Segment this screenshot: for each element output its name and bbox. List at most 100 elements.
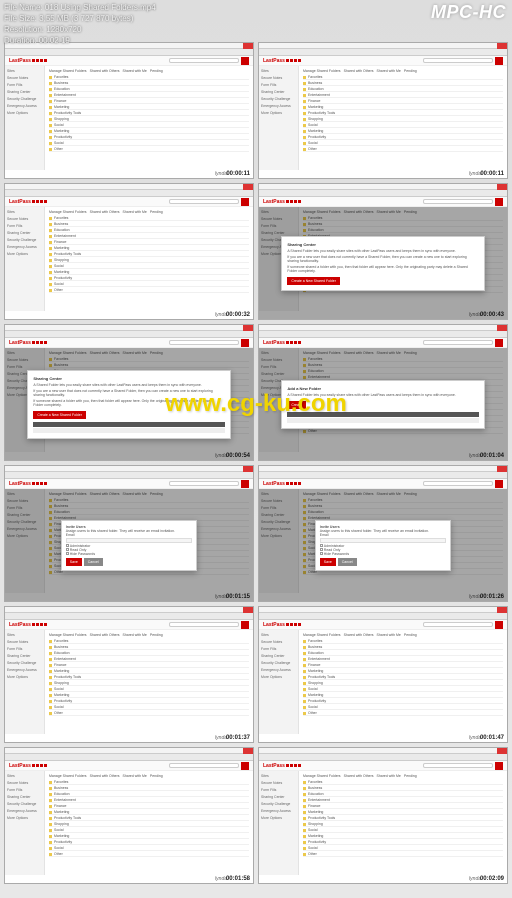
close-icon[interactable]: [243, 184, 253, 190]
tab-item[interactable]: Shared with Me: [377, 774, 401, 778]
search-input[interactable]: [169, 622, 239, 627]
folder-row[interactable]: Entertainment: [49, 657, 249, 662]
sidebar-item[interactable]: Security Challenge: [261, 661, 296, 665]
folder-row[interactable]: Social: [49, 705, 249, 710]
video-thumbnail[interactable]: LastPass SitesSecure NotesForm FillsShar…: [4, 747, 254, 884]
sidebar-item[interactable]: Form Fills: [7, 647, 42, 651]
close-icon[interactable]: [497, 748, 507, 754]
folder-row[interactable]: Productivity: [49, 840, 249, 845]
folder-row[interactable]: Finance: [303, 99, 503, 104]
sidebar-item[interactable]: Emergency Access: [7, 245, 42, 249]
search-input[interactable]: [169, 340, 239, 345]
address-bar[interactable]: [259, 331, 507, 338]
profile-button[interactable]: [495, 339, 503, 347]
sidebar-item[interactable]: Secure Notes: [7, 781, 42, 785]
folder-row[interactable]: Marketing: [303, 105, 503, 110]
folder-row[interactable]: Business: [49, 81, 249, 86]
tab-item[interactable]: Shared with Me: [377, 633, 401, 637]
folder-row[interactable]: Marketing: [303, 834, 503, 839]
sidebar-item[interactable]: Form Fills: [7, 788, 42, 792]
folder-row[interactable]: Social: [49, 828, 249, 833]
folder-row[interactable]: Productivity: [303, 840, 503, 845]
sidebar-item[interactable]: Sites: [261, 774, 296, 778]
folder-row[interactable]: Favorites: [303, 780, 503, 785]
address-bar[interactable]: [5, 331, 253, 338]
video-thumbnail[interactable]: LastPass SitesSecure NotesForm FillsShar…: [4, 465, 254, 602]
permission-option[interactable]: Hide Passwords: [66, 552, 192, 556]
sidebar-item[interactable]: Emergency Access: [7, 809, 42, 813]
sidebar-item[interactable]: Secure Notes: [7, 640, 42, 644]
folder-row[interactable]: Favorites: [49, 639, 249, 644]
tab-item[interactable]: Pending: [150, 633, 163, 637]
folder-row[interactable]: Entertainment: [303, 657, 503, 662]
profile-button[interactable]: [495, 57, 503, 65]
folder-row[interactable]: Social: [49, 687, 249, 692]
sidebar-item[interactable]: More Options: [261, 111, 296, 115]
sidebar-item[interactable]: Sharing Center: [7, 654, 42, 658]
folder-row[interactable]: Marketing: [303, 693, 503, 698]
folder-row[interactable]: Productivity: [303, 135, 503, 140]
sidebar-item[interactable]: Emergency Access: [261, 104, 296, 108]
folder-row[interactable]: Business: [49, 645, 249, 650]
folder-row[interactable]: Finance: [49, 804, 249, 809]
profile-button[interactable]: [495, 762, 503, 770]
sidebar-item[interactable]: Secure Notes: [7, 217, 42, 221]
tab-item[interactable]: Manage Shared Folders: [49, 774, 87, 778]
folder-row[interactable]: Productivity Tools: [303, 111, 503, 116]
sidebar-item[interactable]: Sites: [7, 774, 42, 778]
folder-row[interactable]: Finance: [303, 804, 503, 809]
folder-row[interactable]: Marketing: [303, 810, 503, 815]
sidebar-item[interactable]: Emergency Access: [7, 668, 42, 672]
tab-item[interactable]: Shared with Others: [344, 69, 374, 73]
search-input[interactable]: [169, 481, 239, 486]
tab-item[interactable]: Shared with Others: [344, 633, 374, 637]
address-bar[interactable]: [5, 472, 253, 479]
folder-row[interactable]: Education: [303, 792, 503, 797]
folder-row[interactable]: Social: [303, 705, 503, 710]
folder-row[interactable]: Finance: [49, 99, 249, 104]
folder-row[interactable]: Productivity Tools: [303, 816, 503, 821]
folder-row[interactable]: Business: [303, 786, 503, 791]
address-bar[interactable]: [5, 613, 253, 620]
folder-row[interactable]: Social: [49, 141, 249, 146]
folder-row[interactable]: Marketing: [303, 129, 503, 134]
table-row[interactable]: [287, 418, 478, 423]
close-icon[interactable]: [497, 184, 507, 190]
folder-row[interactable]: Productivity Tools: [303, 675, 503, 680]
folder-row[interactable]: Education: [49, 87, 249, 92]
folder-row[interactable]: Favorites: [49, 75, 249, 80]
sidebar-item[interactable]: More Options: [261, 675, 296, 679]
video-thumbnail[interactable]: LastPass SitesSecure NotesForm FillsShar…: [4, 183, 254, 320]
folder-row[interactable]: Other: [303, 711, 503, 716]
table-row[interactable]: [33, 428, 224, 433]
profile-button[interactable]: [241, 762, 249, 770]
tab-item[interactable]: Manage Shared Folders: [49, 210, 87, 214]
sidebar-item[interactable]: Security Challenge: [261, 97, 296, 101]
sidebar-item[interactable]: More Options: [7, 111, 42, 115]
profile-button[interactable]: [241, 621, 249, 629]
folder-row[interactable]: Social: [49, 282, 249, 287]
folder-row[interactable]: Marketing: [49, 810, 249, 815]
tab-item[interactable]: Pending: [150, 774, 163, 778]
folder-row[interactable]: Entertainment: [49, 798, 249, 803]
folder-row[interactable]: Marketing: [49, 693, 249, 698]
sidebar-item[interactable]: Sharing Center: [261, 795, 296, 799]
folder-row[interactable]: Favorites: [303, 75, 503, 80]
folder-row[interactable]: Productivity: [49, 135, 249, 140]
folder-row[interactable]: Marketing: [49, 129, 249, 134]
folder-row[interactable]: Other: [303, 852, 503, 857]
video-thumbnail[interactable]: LastPass SitesSecure NotesForm FillsShar…: [4, 324, 254, 461]
tab-item[interactable]: Shared with Me: [377, 69, 401, 73]
profile-button[interactable]: [241, 480, 249, 488]
search-input[interactable]: [423, 481, 493, 486]
folder-row[interactable]: Education: [303, 87, 503, 92]
tab-item[interactable]: Pending: [150, 210, 163, 214]
folder-row[interactable]: Productivity Tools: [49, 816, 249, 821]
address-bar[interactable]: [259, 49, 507, 56]
tab-item[interactable]: Manage Shared Folders: [49, 633, 87, 637]
tab-item[interactable]: Manage Shared Folders: [303, 774, 341, 778]
tab-item[interactable]: Shared with Me: [123, 69, 147, 73]
tab-item[interactable]: Manage Shared Folders: [49, 69, 87, 73]
email-field[interactable]: [320, 538, 446, 543]
sidebar-item[interactable]: Sharing Center: [7, 795, 42, 799]
